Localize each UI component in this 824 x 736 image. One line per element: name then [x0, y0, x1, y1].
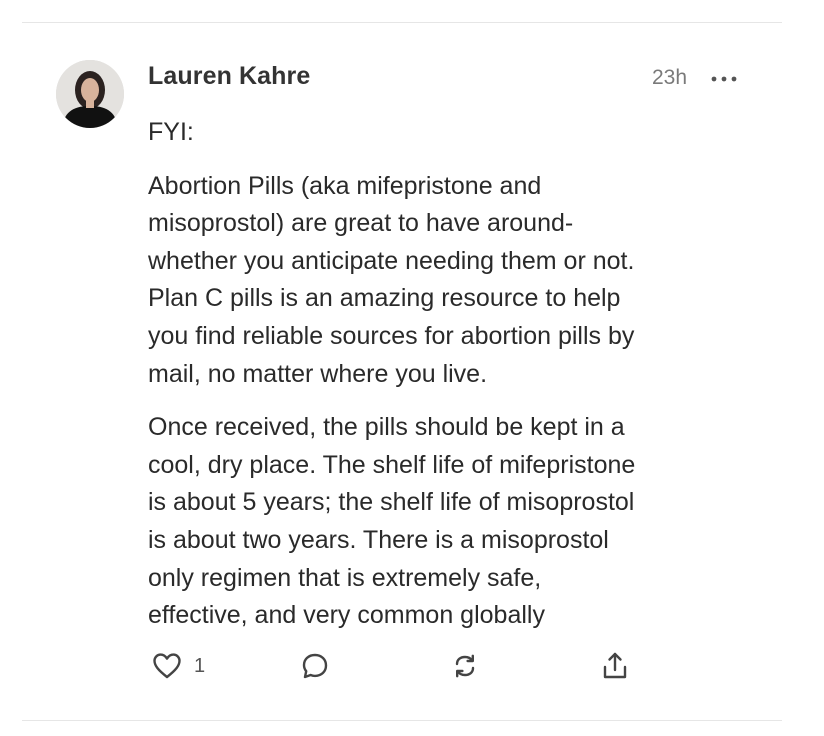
- post-actions: 1: [148, 646, 648, 686]
- share-icon: [603, 652, 627, 679]
- comment-icon: [302, 653, 328, 679]
- heart-icon: [153, 653, 181, 679]
- avatar-image: [56, 60, 124, 128]
- post-paragraph: Abortion Pills (aka mifepristone and mis…: [148, 171, 635, 388]
- post-body: FYI: Abortion Pills (aka mifepristone an…: [148, 114, 758, 635]
- like-count: 1: [194, 654, 206, 677]
- bottom-divider: [22, 720, 782, 721]
- reply-button[interactable]: [300, 646, 330, 686]
- share-button[interactable]: [600, 646, 630, 686]
- author-name[interactable]: Lauren Kahre: [148, 62, 310, 91]
- avatar[interactable]: [56, 60, 124, 128]
- post-paragraph: Once received, the pills should be kept …: [148, 413, 636, 630]
- repost-button[interactable]: [450, 646, 480, 686]
- more-options-icon[interactable]: [708, 72, 740, 86]
- post-paragraph: FYI:: [148, 118, 194, 146]
- timestamp: 23h: [652, 66, 688, 89]
- repost-icon: [455, 654, 475, 678]
- like-button[interactable]: 1: [152, 646, 205, 686]
- post: Lauren Kahre 23h FYI: Abortion Pills (ak…: [0, 0, 824, 736]
